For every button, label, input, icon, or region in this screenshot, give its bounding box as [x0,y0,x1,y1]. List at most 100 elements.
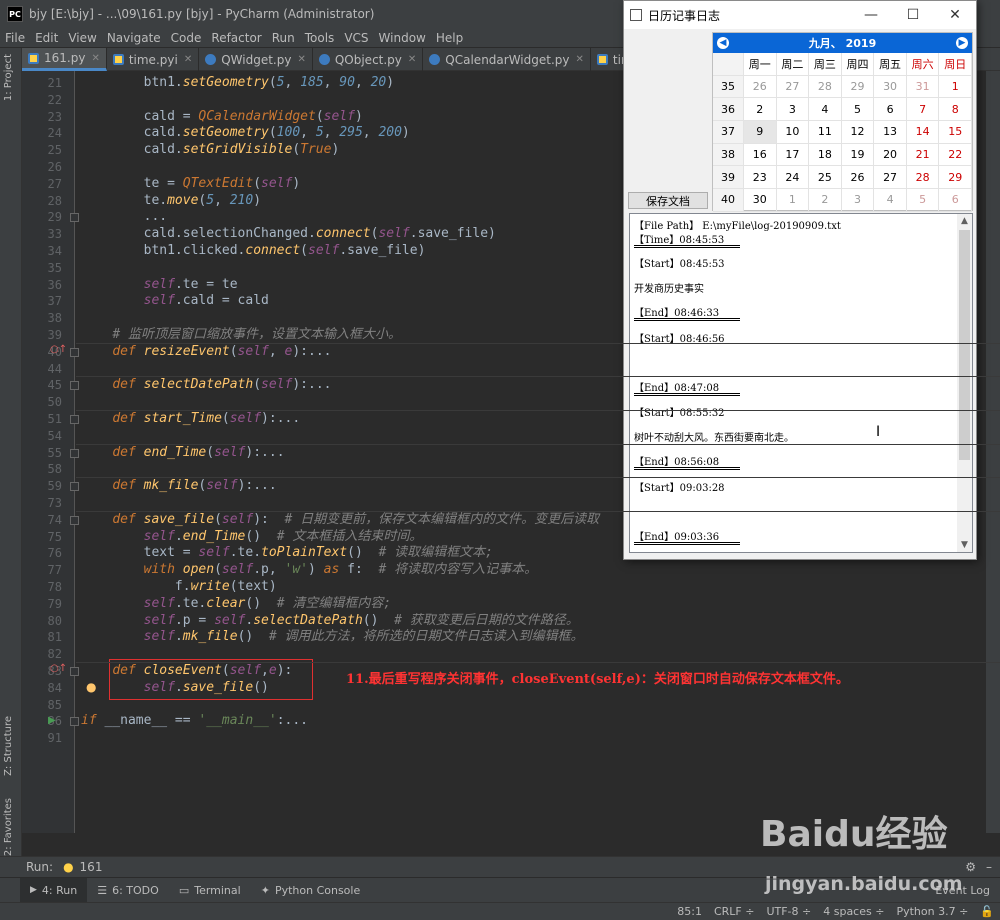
terminal-tab[interactable]: ▭ Terminal [169,878,251,903]
code-line[interactable]: te = QTextEdit(self) [81,176,301,192]
scroll-down-icon[interactable]: ▼ [957,538,972,552]
run-tab[interactable]: ▶ 4: Run [20,877,88,903]
code-line[interactable]: def end_Time(self):... [81,445,284,461]
calendar-day[interactable]: 29 [841,75,875,99]
calendar-day[interactable]: 27 [776,75,810,99]
structure-tool-button[interactable]: Z: Structure [3,716,14,776]
code-line[interactable]: cald.setGeometry(100, 5, 295, 200) [81,125,410,141]
calendar-day[interactable]: 3 [841,189,875,212]
calendar-day[interactable]: 29 [939,166,972,190]
code-line[interactable]: btn1.clicked.connect(self.save_file) [81,243,426,259]
menu-item-code[interactable]: Code [166,31,207,45]
menu-item-tools[interactable]: Tools [300,31,340,45]
fold-toggle-icon[interactable] [70,482,79,492]
fold-toggle-icon[interactable] [70,381,79,391]
calendar-day[interactable]: 12 [841,121,875,144]
next-month-icon[interactable]: ▶ [956,37,968,49]
calendar-day[interactable]: 17 [776,143,810,167]
calendar-day[interactable]: 2 [809,189,842,212]
menu-item-refactor[interactable]: Refactor [206,31,266,45]
close-tab-icon[interactable]: ✕ [408,54,416,65]
minimize-panel-icon[interactable]: – [986,860,992,874]
menu-item-file[interactable]: File [0,31,30,45]
save-document-button[interactable]: 保存文档 [628,192,708,209]
calendar-year[interactable]: 2019 [846,37,877,50]
calendar-day[interactable]: 4 [809,98,842,122]
tab-qobject-py[interactable]: QObject.py ✕ [313,48,424,71]
fold-toggle-icon[interactable] [70,515,79,525]
calendar-day[interactable]: 27 [874,166,907,190]
caret-position[interactable]: 85:1 [677,905,702,918]
override-gutter-icon[interactable]: ○↑ [50,663,67,674]
python-interpreter[interactable]: Python 3.7 ÷ [896,905,968,918]
calendar-day[interactable]: 26 [744,75,777,99]
scroll-thumb[interactable] [959,230,970,460]
code-line[interactable]: self.p = self.selectDatePath() # 获取变更后日期… [81,613,579,629]
calendar-day[interactable]: 7 [906,98,940,122]
minimize-icon[interactable]: — [850,7,892,23]
code-line[interactable]: f.write(text) [81,579,277,595]
run-config-name[interactable]: 161 [80,860,103,874]
tab-qwidget-py[interactable]: QWidget.py ✕ [199,48,313,71]
calendar-day[interactable]: 18 [809,143,842,167]
menu-item-vcs[interactable]: VCS [339,31,373,45]
calendar-day[interactable]: 15 [939,121,972,144]
code-line[interactable]: self.te = te [81,277,238,293]
code-line[interactable]: self.cald = cald [81,293,269,309]
code-line[interactable]: cald = QCalendarWidget(self) [81,109,363,125]
menu-item-run[interactable]: Run [267,31,300,45]
python-console-tab[interactable]: ✦ Python Console [251,878,371,903]
file-encoding[interactable]: UTF-8 ÷ [766,905,811,918]
calendar-day[interactable]: 30 [744,189,777,212]
code-line[interactable]: def mk_file(self):... [81,478,276,494]
run-gutter-icon[interactable]: ▶ [48,715,56,726]
calendar-day[interactable]: 5 [906,189,940,212]
code-line[interactable]: def resizeEvent(self, e):... [81,344,331,360]
favorites-tool-button[interactable]: 2: Favorites [3,798,14,856]
close-tab-icon[interactable]: ✕ [297,54,305,65]
calendar-day[interactable]: 20 [874,143,907,167]
fold-toggle-icon[interactable] [70,717,79,727]
tab-qcalendarwidget-py[interactable]: QCalendarWidget.py ✕ [423,48,591,71]
close-tab-icon[interactable]: ✕ [184,54,192,65]
project-tool-button[interactable]: 1: Project [3,54,14,101]
close-tab-icon[interactable]: ✕ [91,53,99,64]
calendar-day[interactable]: 22 [939,143,972,167]
code-line[interactable]: te.move(5, 210) [81,193,261,209]
calendar-day[interactable]: 28 [906,166,940,190]
calendar-day[interactable]: 1 [939,75,972,99]
indent-setting[interactable]: 4 spaces ÷ [823,905,884,918]
code-line[interactable]: cald.selectionChanged.connect(self.save_… [81,226,496,242]
code-line[interactable]: btn1.setGeometry(5, 185, 90, 20) [81,75,394,91]
code-line[interactable]: with open(self.p, 'w') as f: # 将读取内容写入记事… [81,562,538,578]
calendar-day[interactable]: 23 [744,166,777,190]
tab-time-pyi[interactable]: time.pyi ✕ [107,48,200,71]
code-line[interactable]: self.te.clear() # 清空编辑框内容; [81,596,392,612]
vertical-scrollbar[interactable]: ▲ ▼ [957,214,972,552]
calendar-day[interactable]: 19 [841,143,875,167]
fold-toggle-icon[interactable] [70,415,79,424]
close-tab-icon[interactable]: ✕ [576,54,584,65]
calendar-day[interactable]: 3 [776,98,810,122]
code-line[interactable]: ... [81,209,167,225]
line-separator[interactable]: CRLF ÷ [714,905,755,918]
calendar-day[interactable]: 24 [776,166,810,190]
code-line[interactable]: self.end_Time() # 文本框插入结束时间。 [81,529,423,545]
todo-tab[interactable]: ☰ 6: TODO [87,878,169,903]
calendar-day[interactable]: 16 [744,143,777,167]
calendar-day[interactable]: 28 [809,75,842,99]
calendar-day[interactable]: 1 [776,189,810,212]
fold-toggle-icon[interactable] [70,667,79,676]
code-line[interactable]: self.mk_file() # 调用此方法，将所选的日期文件日志读入到编辑框。 [81,629,584,645]
calendar-day[interactable]: 21 [906,143,940,167]
calendar-day[interactable]: 8 [939,98,972,122]
menu-item-edit[interactable]: Edit [30,31,63,45]
code-line[interactable]: def save_file(self): # 日期变更前，保存文本编辑框内的文件… [81,512,599,528]
calendar-day[interactable]: 11 [809,121,842,144]
menu-item-help[interactable]: Help [431,31,468,45]
calendar-day[interactable]: 2 [744,98,777,122]
calendar-day[interactable]: 10 [776,121,810,144]
calendar-day[interactable]: 13 [874,121,907,144]
calendar-day[interactable]: 6 [939,189,972,212]
calendar-day[interactable]: 6 [874,98,907,122]
